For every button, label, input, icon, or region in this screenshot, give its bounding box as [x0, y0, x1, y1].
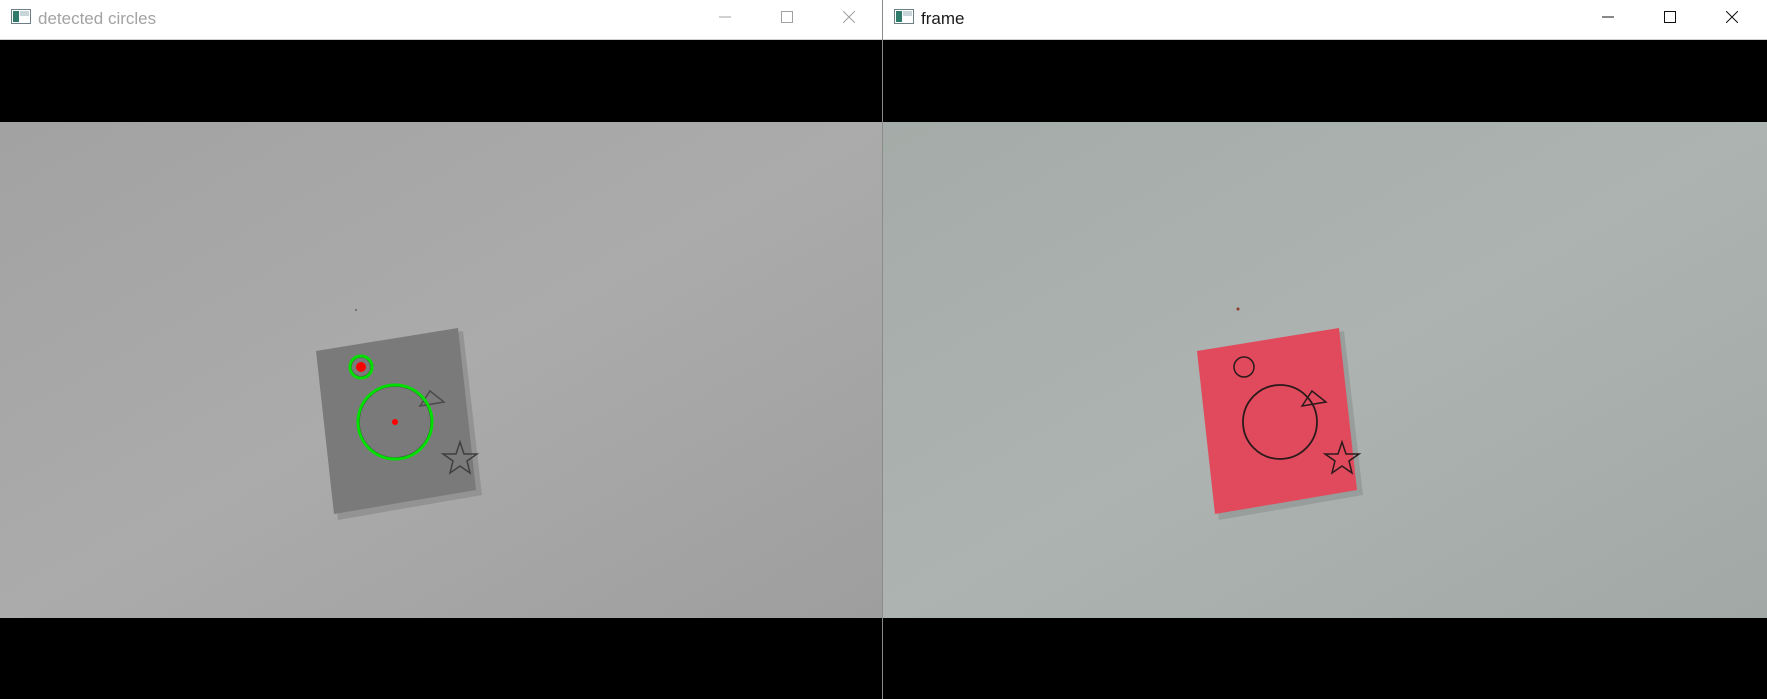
app-icon: [11, 9, 31, 24]
detected-center-small: [356, 362, 366, 372]
camera-image: [0, 40, 882, 699]
close-button[interactable]: [1701, 0, 1763, 34]
letterbox-bottom: [883, 618, 1767, 699]
frame-window[interactable]: frame: [883, 0, 1767, 699]
wall-speck: [1236, 307, 1240, 311]
app-icon: [894, 9, 914, 24]
detected-circles-window[interactable]: detected circles: [0, 0, 883, 699]
maximize-icon: [1664, 11, 1676, 23]
maximize-button[interactable]: [756, 0, 818, 34]
wall-speck: [354, 308, 358, 312]
detected-center-large: [392, 419, 398, 425]
letterbox-bottom: [0, 618, 882, 699]
image-viewport: [883, 40, 1767, 699]
title-bar[interactable]: frame: [883, 0, 1767, 40]
close-icon: [1726, 11, 1738, 23]
minimize-button[interactable]: [694, 0, 756, 34]
window-title: frame: [921, 9, 965, 28]
minimize-button[interactable]: [1577, 0, 1639, 34]
window-title: detected circles: [38, 9, 157, 28]
minimize-icon: [1602, 16, 1614, 18]
maximize-icon: [781, 11, 793, 23]
minimize-icon: [719, 16, 731, 18]
title-bar[interactable]: detected circles: [0, 0, 882, 40]
maximize-button[interactable]: [1639, 0, 1701, 34]
close-icon: [843, 11, 855, 23]
camera-image: [883, 40, 1767, 699]
letterbox-top: [883, 40, 1767, 122]
image-viewport: [0, 40, 882, 699]
letterbox-top: [0, 40, 882, 122]
close-button[interactable]: [818, 0, 880, 34]
sticky-note: [1197, 328, 1357, 514]
